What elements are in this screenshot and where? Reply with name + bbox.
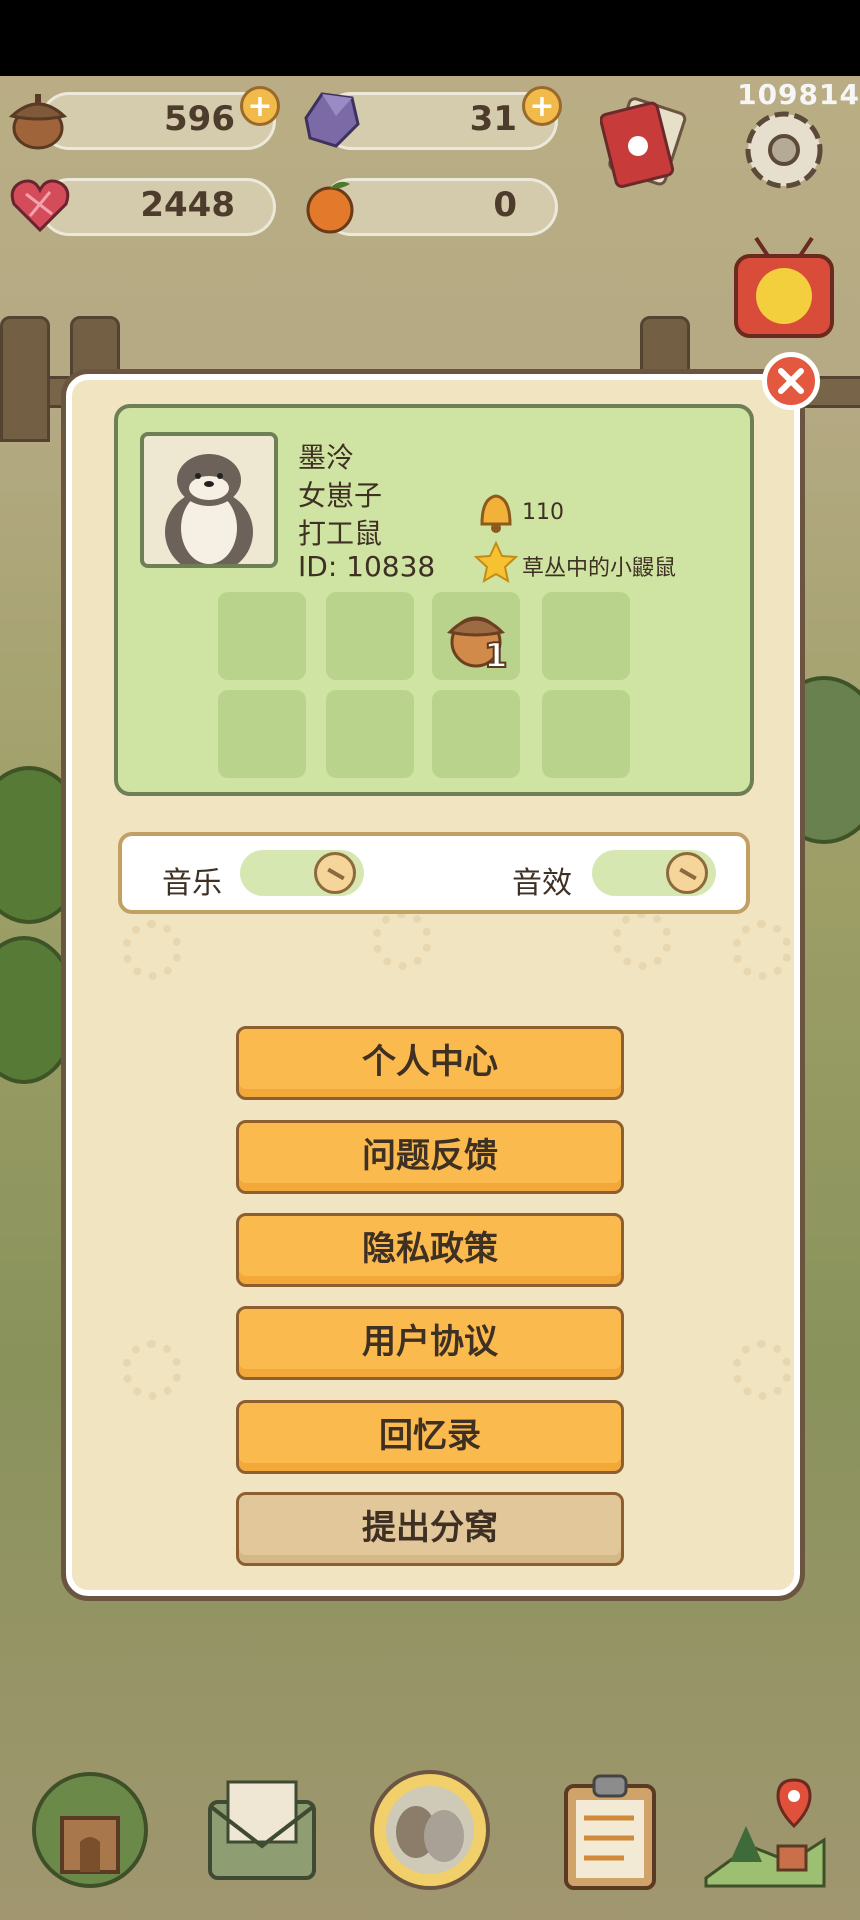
player-name: 墨泠 [298, 441, 355, 474]
otter-avatar-icon [165, 454, 253, 564]
add-crystal-button[interactable]: + [522, 86, 562, 126]
privacy-policy-button[interactable]: 隐私政策 [236, 1213, 624, 1287]
star-icon [473, 540, 519, 584]
sfx-label: 音效 [512, 866, 572, 901]
task-clipboard-icon[interactable] [546, 1766, 674, 1894]
map-location-icon[interactable] [700, 1766, 828, 1894]
acorn-count: 596 [164, 99, 235, 139]
user-agreement-button[interactable]: 用户协议 [236, 1306, 624, 1380]
inventory-slot-acorn[interactable]: 1 [432, 592, 520, 680]
gear-decoration-icon [732, 920, 792, 980]
inventory-slot[interactable] [326, 592, 414, 680]
bell-count: 110 [522, 500, 564, 525]
crystal-count: 31 [469, 99, 517, 139]
music-label: 音乐 [162, 866, 222, 901]
slot-item-count: 1 [483, 635, 509, 677]
sfx-toggle[interactable] [592, 850, 716, 896]
music-toggle[interactable] [240, 850, 364, 896]
gear-decoration-icon [122, 1340, 182, 1400]
close-button[interactable] [762, 352, 820, 410]
player-title: 女崽子 [298, 479, 383, 512]
tv-mascot-icon[interactable] [728, 232, 840, 342]
heart-icon [6, 174, 74, 236]
add-acorn-button[interactable]: + [240, 86, 280, 126]
player-role: 打工鼠 [298, 517, 383, 550]
orange-count: 0 [493, 185, 517, 225]
player-id: ID: 10838 [298, 550, 436, 583]
gift-card-icon[interactable] [599, 96, 692, 196]
heart-counter: 2448 [40, 178, 276, 236]
heart-count: 2448 [140, 185, 235, 225]
inventory-slot[interactable] [432, 690, 520, 778]
badge-text: 草丛中的小鼹鼠 [522, 556, 677, 581]
bell-icon [474, 490, 518, 534]
leave-den-button[interactable]: 提出分窝 [236, 1492, 624, 1566]
sfx-toggle-knob[interactable] [666, 852, 708, 894]
inventory-slot[interactable] [218, 592, 306, 680]
gear-decoration-icon [732, 1340, 792, 1400]
personal-center-button[interactable]: 个人中心 [236, 1026, 624, 1100]
settings-gear-icon[interactable] [734, 100, 834, 200]
memoirs-button[interactable]: 回忆录 [236, 1400, 624, 1474]
friends-icon[interactable] [366, 1766, 494, 1894]
status-bar [0, 0, 860, 76]
gear-decoration-icon [612, 910, 672, 970]
orange-icon [296, 174, 364, 236]
inventory-slot[interactable] [542, 592, 630, 680]
inventory-slot[interactable] [326, 690, 414, 778]
gear-decoration-icon [122, 920, 182, 980]
mail-icon[interactable] [198, 1766, 326, 1894]
inventory-slot[interactable] [542, 690, 630, 778]
home-icon[interactable] [26, 1766, 154, 1894]
acorn-icon [4, 88, 72, 150]
crystal-icon [296, 88, 364, 150]
inventory-slot[interactable] [218, 690, 306, 778]
audio-settings: 音乐 音效 [118, 832, 750, 914]
music-toggle-knob[interactable] [314, 852, 356, 894]
gear-decoration-icon [372, 910, 432, 970]
avatar[interactable] [140, 432, 278, 568]
feedback-button[interactable]: 问题反馈 [236, 1120, 624, 1194]
